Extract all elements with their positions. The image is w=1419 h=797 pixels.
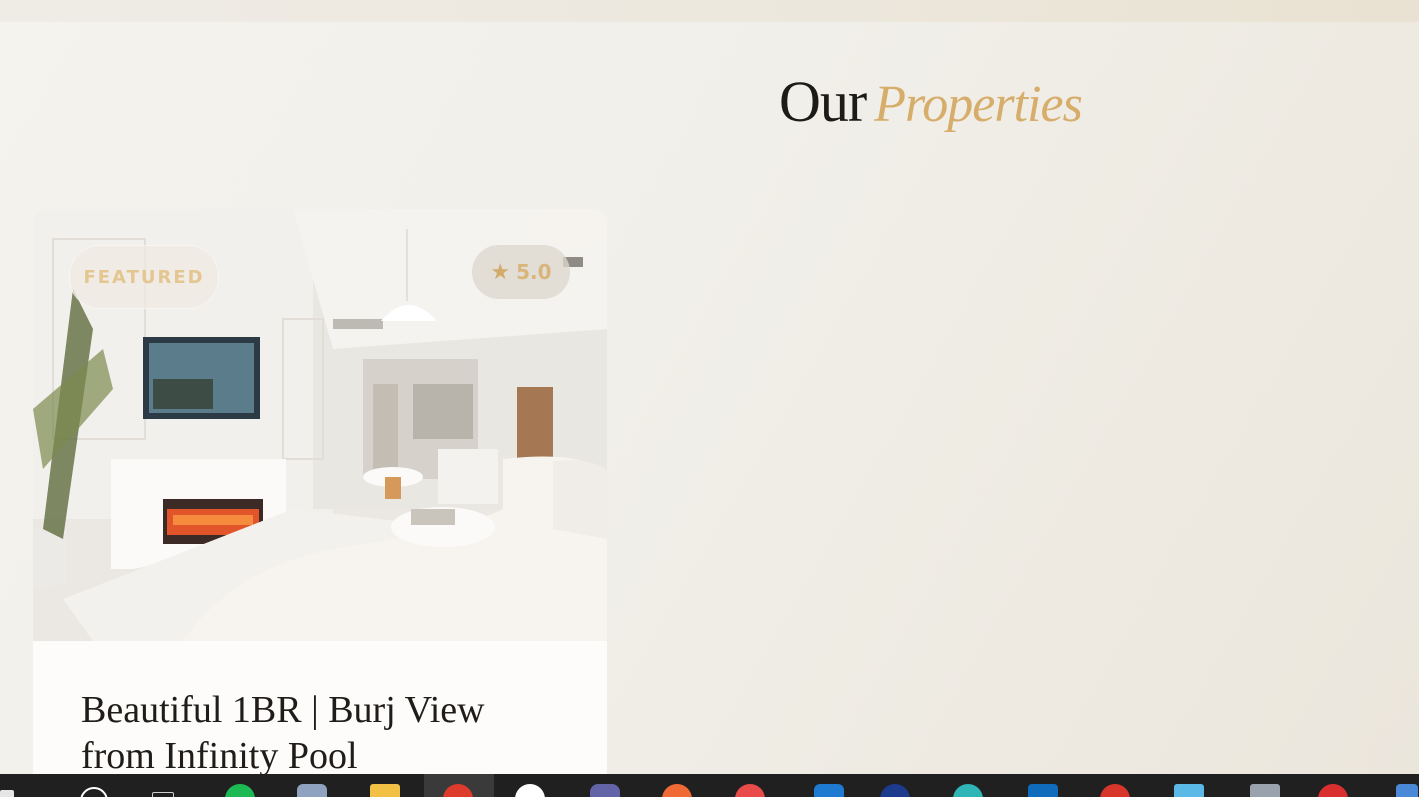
outlook-icon[interactable] bbox=[1028, 784, 1058, 797]
file-explorer-icon[interactable] bbox=[370, 784, 400, 797]
teams-icon[interactable] bbox=[590, 784, 620, 797]
section-title-accent: Properties bbox=[874, 76, 1083, 133]
property-photo[interactable]: FEATURED ★ 5.0 bbox=[33, 209, 607, 641]
task-view-icon[interactable] bbox=[152, 792, 174, 797]
property-title[interactable]: Beautiful 1BR | Burj View from Infinity … bbox=[81, 687, 551, 779]
featured-badge: FEATURED bbox=[69, 245, 219, 309]
windows-start-icon[interactable] bbox=[0, 790, 14, 797]
vscode-icon[interactable] bbox=[814, 784, 844, 797]
rating-badge: ★ 5.0 bbox=[472, 245, 570, 299]
app-icon[interactable] bbox=[880, 784, 910, 797]
app-icon[interactable] bbox=[1318, 784, 1348, 797]
spotify-icon[interactable] bbox=[225, 784, 255, 797]
app-icon[interactable] bbox=[735, 784, 765, 797]
property-card[interactable]: FEATURED ★ 5.0 Beautiful 1BR | Burj View… bbox=[33, 209, 607, 797]
slack-icon[interactable] bbox=[515, 784, 545, 797]
app-icon[interactable] bbox=[1250, 784, 1280, 797]
app-icon[interactable] bbox=[1396, 784, 1418, 797]
section-title: Our Properties bbox=[779, 68, 1083, 135]
section-title-plain: Our bbox=[779, 69, 867, 134]
rating-value: 5.0 bbox=[516, 260, 552, 284]
search-icon[interactable] bbox=[80, 787, 108, 797]
star-icon: ★ bbox=[490, 259, 511, 285]
app-icon[interactable] bbox=[953, 784, 983, 797]
app-icon[interactable] bbox=[662, 784, 692, 797]
header-bottom-edge bbox=[0, 0, 1419, 22]
app-icon[interactable] bbox=[1100, 784, 1130, 797]
app-icon[interactable] bbox=[1174, 784, 1204, 797]
app-icon[interactable] bbox=[297, 784, 327, 797]
windows-taskbar bbox=[0, 774, 1419, 797]
